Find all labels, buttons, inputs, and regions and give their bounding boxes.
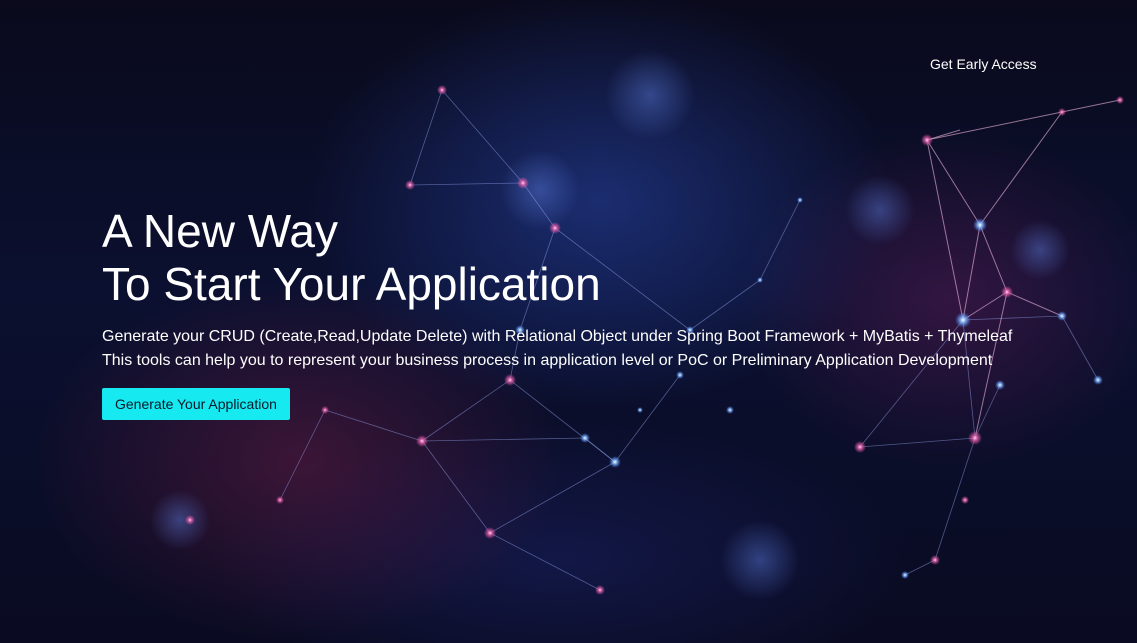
hero-section: Get Early Access A New Way To Start Your… bbox=[0, 0, 1137, 643]
hero-description: Generate your CRUD (Create,Read,Update D… bbox=[102, 325, 1102, 373]
generate-application-button[interactable]: Generate Your Application bbox=[102, 388, 290, 420]
hero-headline-line-1: A New Way bbox=[102, 205, 339, 257]
get-early-access-link[interactable]: Get Early Access bbox=[930, 56, 1037, 72]
hero-headline-line-2: To Start Your Application bbox=[102, 258, 601, 310]
hero-description-line-1: Generate your CRUD (Create,Read,Update D… bbox=[102, 328, 1013, 345]
hero-description-line-2: This tools can help you to represent you… bbox=[102, 352, 993, 369]
hero-content: A New Way To Start Your Application Gene… bbox=[102, 205, 1102, 420]
hero-headline: A New Way To Start Your Application bbox=[102, 205, 1102, 311]
